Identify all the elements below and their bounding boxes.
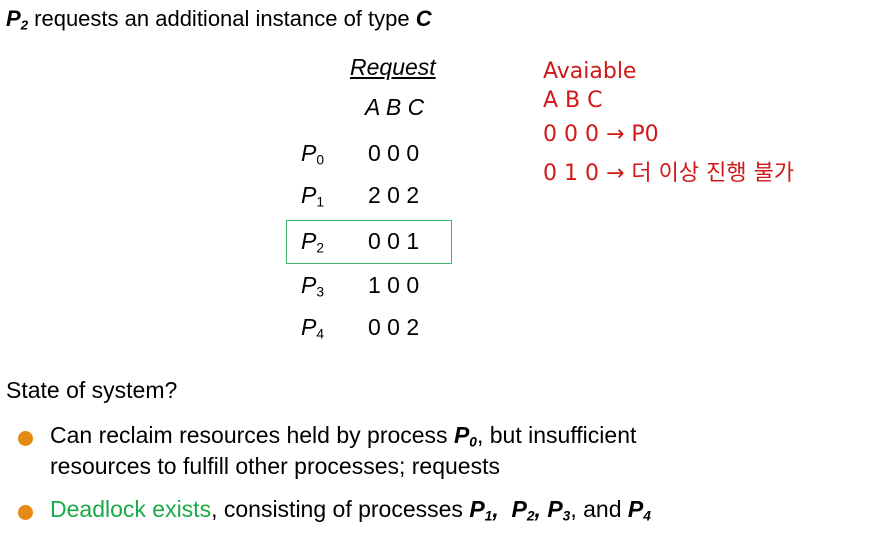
process-label: P4 <box>301 314 325 342</box>
available-title: Avaiable <box>543 59 637 84</box>
bullet-dot-icon <box>18 505 33 520</box>
request-values: 0 0 0 <box>368 140 420 166</box>
process-label: P3 <box>301 272 325 300</box>
request-values: 1 0 0 <box>368 272 420 298</box>
request-header: Request <box>350 54 436 80</box>
available-step-2: 0 1 0 → 더 이상 진행 불가 <box>543 161 795 186</box>
request-values: 0 0 2 <box>368 314 420 340</box>
process-label: P1 <box>301 182 325 210</box>
request-values: 2 0 2 <box>368 182 420 208</box>
bullet-line: Deadlock exists, consisting of processes… <box>50 496 651 524</box>
state-question: State of system? <box>6 377 178 403</box>
available-step-1: 0 0 0 → P0 <box>543 122 659 147</box>
slide-title: P2 requests an additional instance of ty… <box>6 6 432 33</box>
bullet-line: Can reclaim resources held by process P0… <box>50 422 637 450</box>
process-label: P2 <box>301 228 325 256</box>
available-columns: A B C <box>543 88 603 113</box>
bullet-dot-icon <box>18 431 33 446</box>
process-label: P0 <box>301 140 325 168</box>
bullet-line-continued: resources to fulfill other processes; re… <box>50 453 500 479</box>
column-labels: A B C <box>365 94 425 120</box>
request-values: 0 0 1 <box>368 228 420 254</box>
